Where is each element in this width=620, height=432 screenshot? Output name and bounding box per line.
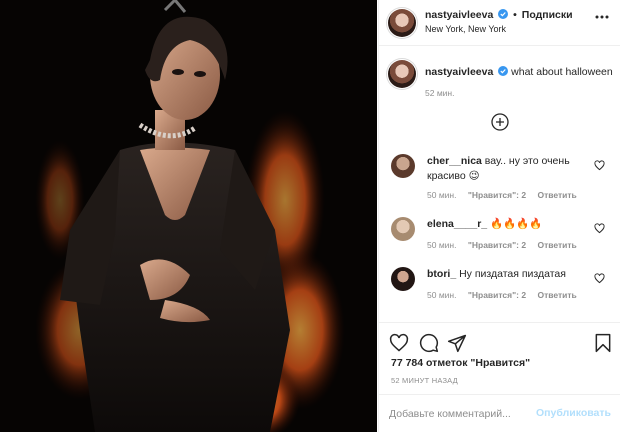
reply-button[interactable]: Ответить <box>537 290 576 300</box>
likes-count[interactable]: 77 784 отметок "Нравится" <box>391 357 530 369</box>
post-header: nastyaivleeva • Подписки New York, New Y… <box>379 0 620 46</box>
comment-meta: 50 мин. "Нравится": 2 Ответить <box>427 240 586 250</box>
reply-button[interactable]: Ответить <box>537 240 576 250</box>
add-comment-bar: Опубликовать <box>379 394 620 432</box>
more-options-icon[interactable] <box>595 14 609 20</box>
comment-likes[interactable]: "Нравится": 2 <box>468 240 526 250</box>
heart-icon[interactable] <box>594 223 605 234</box>
comment-text: Ну пиздатая пиздатая <box>459 268 566 280</box>
comment-username[interactable]: cher__nica <box>427 155 482 167</box>
comment-icon[interactable] <box>419 333 439 353</box>
comment-text-line: cher__nica вау.. ну это очень красиво 😉 <box>427 154 587 184</box>
comment-username[interactable]: btori_ <box>427 268 456 280</box>
verified-badge-icon <box>498 9 509 19</box>
heart-icon[interactable] <box>594 273 605 284</box>
caption-text: what about halloween <box>511 66 613 78</box>
commenter-avatar[interactable] <box>391 267 415 291</box>
caption-time: 52 мин. <box>425 88 455 98</box>
post-timestamp: 52 МИНУТ НАЗАД <box>391 376 458 385</box>
comment-input[interactable] <box>389 404 539 424</box>
heart-icon[interactable] <box>389 333 409 353</box>
comment-username[interactable]: elena____r_ <box>427 218 487 230</box>
comment-time: 50 мин. <box>427 290 457 300</box>
comment-text-line: btori_ Ну пиздатая пиздатая <box>427 267 587 282</box>
commenter-avatar[interactable] <box>391 217 415 241</box>
location-link[interactable]: New York, New York <box>425 24 506 34</box>
caption-username[interactable]: nastyaivleeva <box>425 66 493 78</box>
action-bar <box>379 322 620 354</box>
following-button[interactable]: Подписки <box>522 9 573 21</box>
photo-illustration <box>0 0 377 432</box>
caption-text-line: nastyaivleeva what about halloween <box>425 66 613 78</box>
heart-icon[interactable] <box>594 160 605 171</box>
comment-text: 🔥🔥🔥🔥 <box>490 218 543 230</box>
author-username[interactable]: nastyaivleeva <box>425 9 493 21</box>
publish-button[interactable]: Опубликовать <box>536 407 611 419</box>
author-line: nastyaivleeva • Подписки <box>425 9 573 21</box>
comment-likes[interactable]: "Нравится": 2 <box>468 190 526 200</box>
post-photo[interactable] <box>0 0 377 432</box>
post-panel: nastyaivleeva • Подписки New York, New Y… <box>378 0 620 432</box>
comment-time: 50 мин. <box>427 240 457 250</box>
comment-time: 50 мин. <box>427 190 457 200</box>
comment-likes[interactable]: "Нравится": 2 <box>468 290 526 300</box>
share-icon[interactable] <box>447 333 467 353</box>
plus-circle-icon[interactable] <box>491 113 509 131</box>
reply-button[interactable]: Ответить <box>537 190 576 200</box>
caption-avatar[interactable] <box>388 60 416 88</box>
comment-meta: 50 мин. "Нравится": 2 Ответить <box>427 290 586 300</box>
comment-meta: 50 мин. "Нравится": 2 Ответить <box>427 190 586 200</box>
commenter-avatar[interactable] <box>391 154 415 178</box>
comment-text-line: elena____r_ 🔥🔥🔥🔥 <box>427 217 587 232</box>
bookmark-icon[interactable] <box>593 333 613 353</box>
separator-dot: • <box>513 9 517 21</box>
verified-badge-icon <box>498 66 509 76</box>
author-avatar[interactable] <box>388 9 416 37</box>
